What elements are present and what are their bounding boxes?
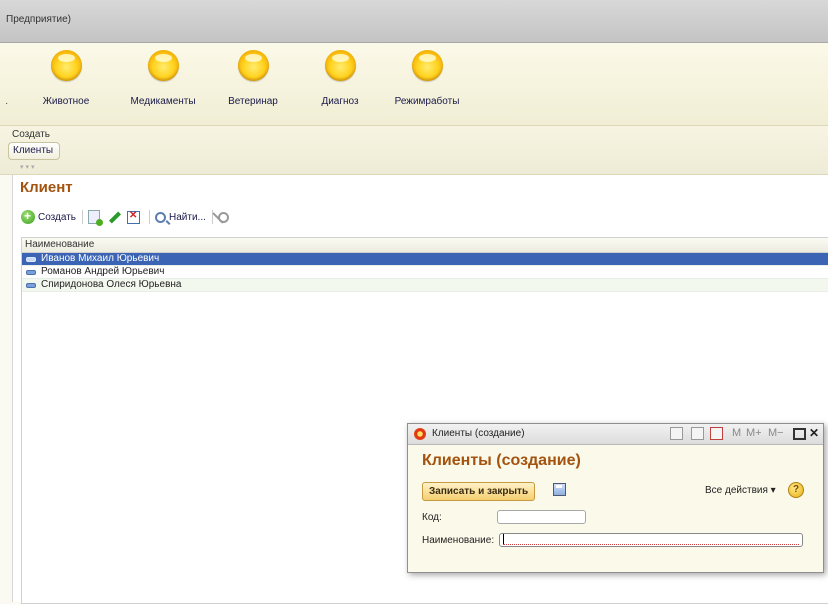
toolbar-separator bbox=[82, 210, 84, 224]
save-icon[interactable] bbox=[553, 483, 566, 496]
nav-tab-clients[interactable]: Клиенты bbox=[8, 142, 61, 160]
section-vet[interactable]: Ветеринар bbox=[225, 50, 281, 107]
find-button[interactable]: Найти... bbox=[155, 211, 206, 223]
form-toolbar: Создать Найти... bbox=[21, 208, 236, 226]
copy-icon bbox=[88, 210, 104, 226]
memory-m-button[interactable]: M bbox=[732, 427, 741, 439]
delete-icon bbox=[127, 210, 141, 224]
memory-minus-button[interactable]: M− bbox=[768, 427, 784, 439]
code-label: Код: bbox=[422, 512, 442, 523]
text-cursor bbox=[503, 534, 504, 545]
section-medicines[interactable]: Медикаменты bbox=[129, 50, 197, 107]
app-title-bar: Предприятие) bbox=[0, 0, 828, 43]
dialog-window-title: Клиенты (создание) bbox=[432, 428, 525, 439]
pencil-icon bbox=[109, 210, 122, 224]
section-orb-icon bbox=[237, 50, 269, 81]
section-label: Диагноз bbox=[321, 96, 359, 107]
table-row[interactable]: Романов Андрей Юрьевич bbox=[22, 266, 828, 279]
help-icon[interactable]: ? bbox=[788, 482, 804, 498]
add-icon bbox=[21, 209, 35, 224]
search-icon bbox=[155, 211, 167, 223]
copy-button[interactable] bbox=[88, 210, 104, 226]
name-field[interactable] bbox=[499, 533, 803, 547]
memory-plus-button[interactable]: M+ bbox=[746, 427, 762, 439]
table-row[interactable]: Спиридонова Олеся Юрьевна bbox=[22, 279, 828, 292]
panel-resize-grip[interactable]: ▾▾▾ bbox=[20, 163, 37, 171]
row-name: Иванов Михаил Юрьевич bbox=[41, 253, 160, 264]
section-diagnosis[interactable]: Диагноз bbox=[316, 50, 364, 107]
create-button-label: Создать bbox=[38, 211, 77, 223]
dialog-title-bar[interactable]: Клиенты (создание) M M+ M− ✕ bbox=[408, 424, 823, 445]
element-icon bbox=[26, 256, 36, 262]
toolbar-separator bbox=[149, 210, 151, 224]
cancel-search-button[interactable] bbox=[217, 211, 232, 223]
section-label: Ветеринар bbox=[228, 96, 278, 107]
create-client-dialog: Клиенты (создание) M M+ M− ✕ Клиенты (со… bbox=[407, 423, 824, 573]
column-header[interactable]: Наименование bbox=[22, 238, 828, 253]
sections-panel: · Животное Медикаменты Ветеринар Диагноз… bbox=[0, 43, 828, 126]
name-label: Наименование: bbox=[422, 535, 495, 546]
section-label: Медикаменты bbox=[130, 96, 196, 107]
section-orb-icon bbox=[147, 50, 179, 81]
delete-button[interactable] bbox=[127, 210, 143, 224]
table-row[interactable]: Иванов Михаил Юрьевич bbox=[22, 253, 828, 266]
row-name: Романов Андрей Юрьевич bbox=[41, 266, 165, 277]
maximize-icon[interactable] bbox=[793, 428, 806, 440]
section-label: Животное bbox=[42, 96, 90, 107]
form-title: Клиент bbox=[20, 179, 73, 196]
edit-button[interactable] bbox=[107, 210, 123, 224]
truncated-section-marker: · bbox=[5, 98, 9, 109]
section-animal[interactable]: Животное bbox=[38, 50, 94, 107]
element-icon bbox=[26, 269, 36, 275]
row-name: Спиридонова Олеся Юрьевна bbox=[41, 279, 182, 290]
section-orb-icon bbox=[411, 50, 443, 81]
section-orb-icon bbox=[324, 50, 356, 81]
nav-create-link[interactable]: Создать bbox=[12, 129, 50, 140]
dialog-title: Клиенты (создание) bbox=[422, 452, 581, 469]
app-title: Предприятие) bbox=[6, 14, 71, 25]
cancel-search-icon bbox=[217, 211, 229, 223]
save-and-close-button[interactable]: Записать и закрыть bbox=[422, 482, 536, 501]
navigation-panel: Создать Клиенты ▾▾▾ bbox=[0, 126, 828, 175]
section-label: Режимработы bbox=[394, 96, 460, 107]
find-button-label: Найти... bbox=[169, 211, 206, 223]
close-icon[interactable]: ✕ bbox=[809, 426, 819, 440]
section-orb-icon bbox=[50, 50, 82, 81]
section-work-schedule[interactable]: Режимработы bbox=[393, 50, 461, 107]
create-button[interactable]: Создать bbox=[21, 209, 77, 224]
all-actions-menu[interactable]: Все действия ▾ bbox=[705, 485, 776, 496]
calculator-icon[interactable] bbox=[691, 427, 704, 440]
app-logo-icon bbox=[414, 428, 426, 440]
element-icon bbox=[26, 282, 36, 288]
code-field[interactable] bbox=[497, 510, 586, 524]
calendar-icon[interactable] bbox=[710, 427, 723, 440]
link-icon[interactable] bbox=[670, 427, 683, 440]
